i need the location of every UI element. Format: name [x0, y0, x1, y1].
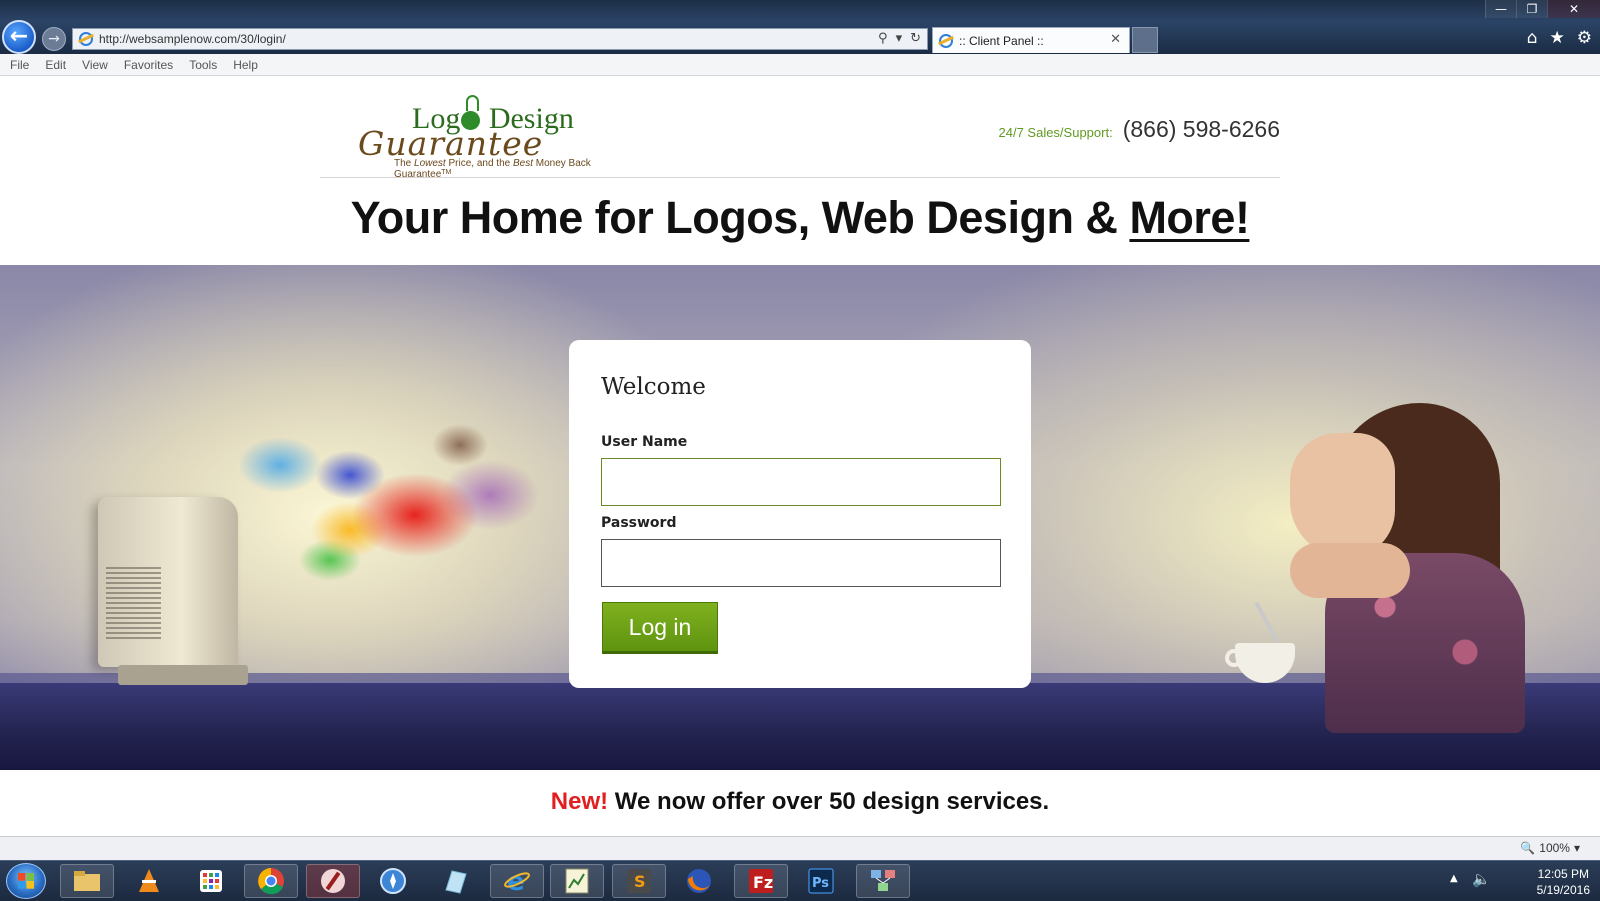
new-tab-button[interactable]	[1132, 27, 1158, 53]
chrome-icon[interactable]	[244, 864, 298, 898]
show-hidden-icons-icon[interactable]: ▲	[1450, 873, 1458, 884]
zoom-control[interactable]: 🔍 100% ▾	[1520, 841, 1580, 855]
firefox-icon[interactable]	[672, 864, 726, 898]
menu-view[interactable]: View	[82, 58, 108, 72]
close-tab-icon[interactable]: ✕	[1110, 32, 1121, 47]
promo-text: We now offer over 50 design services.	[608, 788, 1050, 815]
url-text[interactable]: http://websamplenow.com/30/login/	[99, 32, 286, 46]
app-grid-icon[interactable]	[184, 864, 238, 898]
menu-edit[interactable]: Edit	[45, 58, 66, 72]
svg-text:S: S	[634, 872, 646, 891]
search-icon[interactable]: ⚲	[878, 31, 888, 46]
girl-illustration	[1290, 403, 1550, 733]
menu-favorites[interactable]: Favorites	[124, 58, 173, 72]
ie-tab-icon	[939, 33, 953, 48]
system-tray: ▲ 🔈 12:05 PM 5/19/2016	[1440, 861, 1600, 901]
password-label: Password	[601, 515, 677, 531]
site-header: Log Design Guarantee The Lowest Price, a…	[320, 76, 1281, 180]
browser-titlebar: ← → http://websamplenow.com/30/login/ ⚲ …	[0, 0, 1600, 54]
username-label: User Name	[601, 434, 688, 450]
restore-icon[interactable]: ❐	[1516, 0, 1547, 18]
close-window-icon[interactable]: ✕	[1547, 0, 1600, 18]
support-phone[interactable]: (866) 598-6266	[1123, 116, 1280, 143]
support-label: 24/7 Sales/Support:	[998, 125, 1113, 140]
paint-splash-illustration	[240, 385, 570, 605]
menu-help[interactable]: Help	[233, 58, 258, 72]
favorites-star-icon[interactable]: ★	[1550, 28, 1565, 48]
menu-file[interactable]: File	[10, 58, 29, 72]
file-explorer-icon[interactable]	[60, 864, 114, 898]
gear-icon[interactable]: ⚙	[1577, 28, 1592, 48]
svg-text:Ps: Ps	[812, 876, 829, 891]
more-link[interactable]: More!	[1129, 192, 1250, 243]
browser-toolbar-icons: ⌂ ★ ⚙	[1527, 28, 1592, 48]
zoom-level: 100%	[1539, 841, 1570, 855]
cup-illustration	[1225, 601, 1295, 685]
menu-tools[interactable]: Tools	[189, 58, 217, 72]
windows-taskbar: e S Fz Ps ▲ 🔈 12:05 PM 5/19/2016	[0, 860, 1600, 901]
system-clock[interactable]: 12:05 PM 5/19/2016	[1537, 866, 1590, 898]
home-icon[interactable]: ⌂	[1527, 28, 1538, 48]
chart-app-icon[interactable]	[550, 864, 604, 898]
back-arrow-icon[interactable]: ←	[2, 20, 36, 54]
sublime-icon[interactable]: S	[612, 864, 666, 898]
ie-page-icon	[79, 32, 93, 46]
username-input[interactable]	[601, 458, 1001, 506]
notes-app-icon[interactable]	[428, 864, 482, 898]
filezilla-icon[interactable]: Fz	[734, 864, 788, 898]
tab-client-panel[interactable]: :: Client Panel :: ✕	[932, 27, 1130, 53]
forward-arrow-icon[interactable]: →	[42, 27, 66, 51]
password-input[interactable]	[601, 539, 1001, 587]
tab-title: :: Client Panel ::	[959, 33, 1044, 48]
menu-bar: File Edit View Favorites Tools Help	[0, 54, 1600, 76]
retro-monitor-illustration	[98, 497, 248, 697]
safari-icon[interactable]	[366, 864, 420, 898]
vlc-icon[interactable]	[122, 864, 176, 898]
refresh-icon[interactable]: ↻	[910, 31, 921, 46]
clock-time: 12:05 PM	[1537, 867, 1589, 881]
volume-icon[interactable]: 🔈	[1472, 870, 1491, 888]
site-logo[interactable]: Log Design Guarantee The Lowest Price, a…	[350, 82, 650, 180]
start-button[interactable]	[6, 863, 46, 899]
support-contact: 24/7 Sales/Support: (866) 598-6266	[999, 116, 1281, 143]
chevron-down-icon[interactable]: ▾	[1574, 841, 1580, 855]
paint-tool-icon[interactable]	[306, 864, 360, 898]
promo-new-badge: New!	[550, 788, 609, 815]
zoom-icon: 🔍	[1520, 841, 1536, 855]
dropdown-icon[interactable]: ▾	[896, 31, 903, 46]
address-bar[interactable]: http://websamplenow.com/30/login/ ⚲ ▾ ↻	[72, 28, 928, 50]
promo-line: New! We now offer over 50 design service…	[0, 788, 1600, 816]
logo-tagline: The Lowest Price, and the Best Money Bac…	[394, 158, 591, 180]
network-app-icon[interactable]	[856, 864, 910, 898]
browser-statusbar: 🔍 100% ▾	[0, 836, 1600, 860]
svg-text:Fz: Fz	[753, 873, 773, 892]
clock-date: 5/19/2016	[1536, 883, 1590, 897]
welcome-heading: Welcome	[601, 374, 706, 400]
login-button[interactable]: Log in	[602, 602, 718, 654]
photoshop-icon[interactable]: Ps	[794, 864, 848, 898]
hero-title: Your Home for Logos, Web Design & More!	[350, 192, 1250, 243]
internet-explorer-icon[interactable]: e	[490, 864, 544, 898]
window-controls: — ❐ ✕	[1485, 0, 1600, 18]
minimize-icon[interactable]: —	[1485, 0, 1516, 18]
login-card: Welcome User Name Password Log in	[569, 340, 1031, 688]
